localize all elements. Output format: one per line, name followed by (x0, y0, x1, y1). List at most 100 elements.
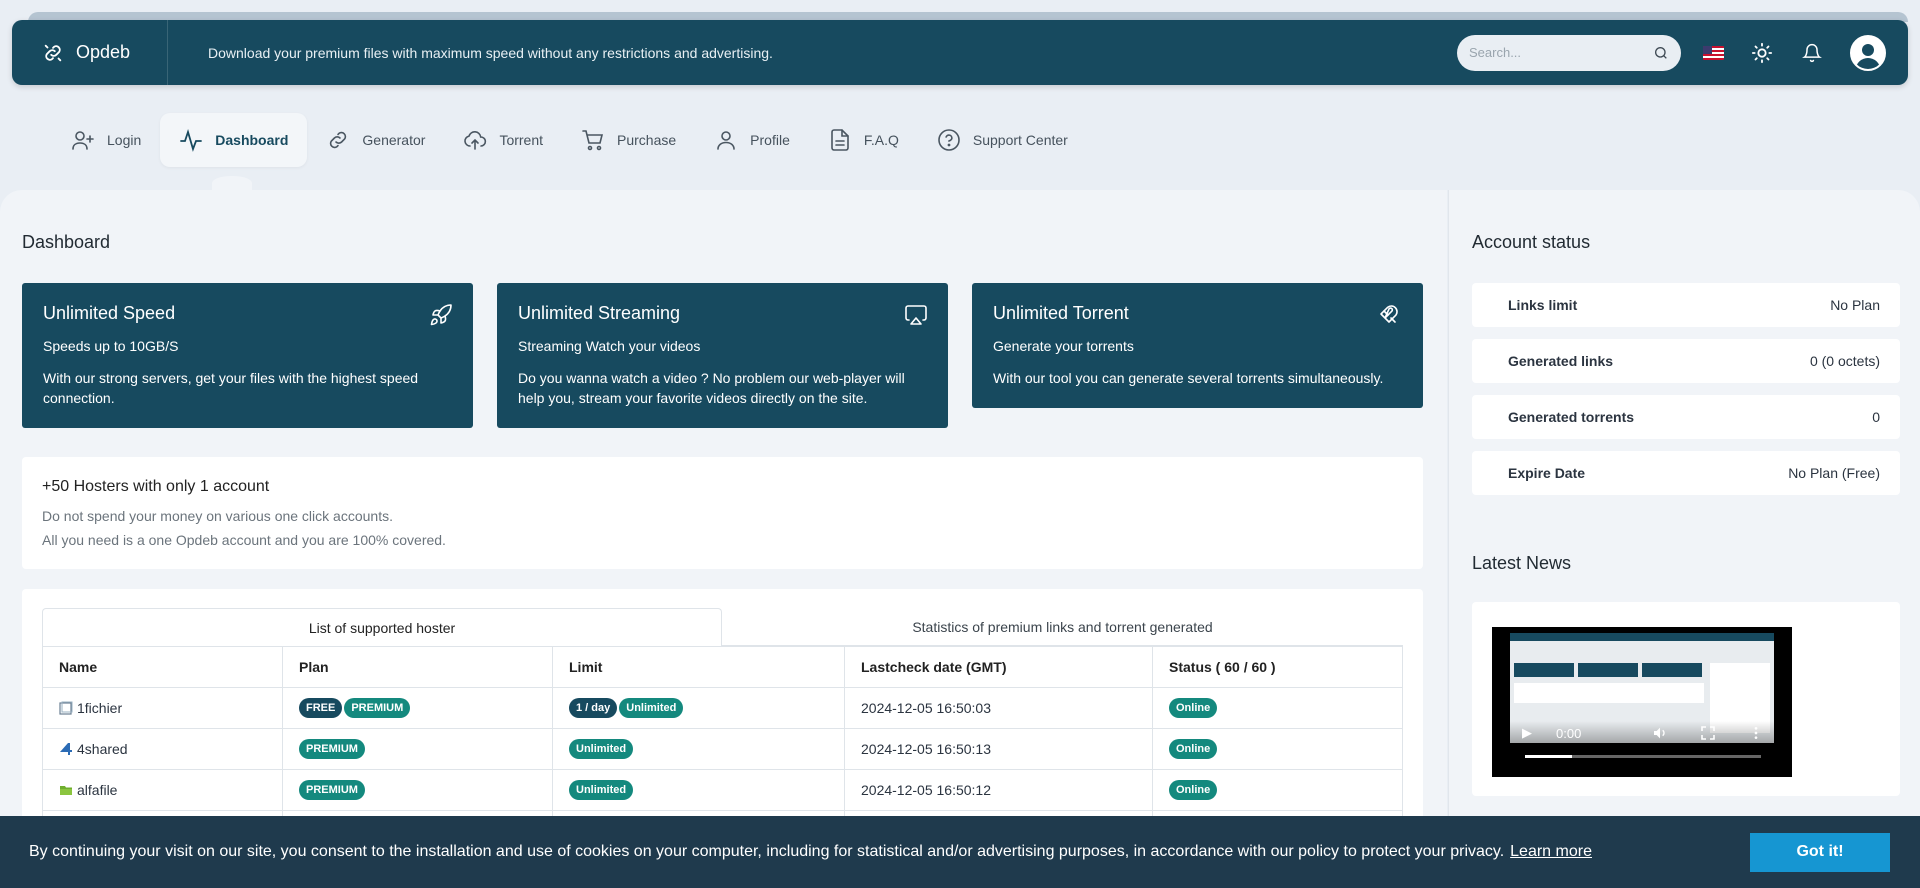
feature-subtitle: Speeds up to 10GB/S (43, 338, 179, 354)
nav-faq[interactable]: F.A.Q (809, 113, 918, 167)
limit-cell: 1 / day Unlimited (552, 687, 845, 729)
hoster-name: alfafile (77, 782, 118, 798)
feature-card-torrent: Unlimited Torrent Generate your torrents… (972, 283, 1423, 408)
nav-label: Dashboard (215, 132, 289, 148)
feature-card-streaming: Unlimited Streaming Streaming Watch your… (497, 283, 948, 428)
plan-cell: PREMIUM (282, 769, 553, 811)
account-item-label: Links limit (1508, 297, 1578, 313)
feature-title: Unlimited Speed (43, 303, 176, 323)
limit-badge: Unlimited (569, 739, 634, 759)
video-progress-bar[interactable] (1525, 755, 1761, 758)
learn-more-link[interactable]: Learn more (1510, 843, 1592, 860)
status-badge: Online (1169, 739, 1218, 759)
top-bar: Opdeb Download your premium files with m… (12, 20, 1908, 85)
hoster-name-cell: 4shared (42, 728, 283, 770)
lastcheck-cell: 2024-12-05 16:50:03 (844, 687, 1153, 729)
tab-statistics[interactable]: Statistics of premium links and torrent … (722, 608, 1403, 646)
link-icon (330, 131, 347, 149)
account-status-title: Account status (1472, 232, 1591, 252)
nav-profile[interactable]: Profile (695, 113, 809, 167)
status-badge: Online (1169, 698, 1218, 718)
more-vertical-icon[interactable] (1748, 725, 1764, 741)
news-card: ▶ 0:00 (1472, 602, 1900, 796)
sun-icon[interactable] (1750, 41, 1774, 65)
accept-cookies-button[interactable]: Got it! (1750, 832, 1890, 872)
brand[interactable]: Opdeb (12, 20, 168, 85)
column-header[interactable]: Plan (282, 646, 553, 688)
hosters-title: +50 Hosters with only 1 account (42, 478, 270, 495)
latest-news-title: Latest News (1472, 553, 1572, 573)
plan-badge: FREE (299, 698, 343, 718)
feature-description: With our strong servers, get your files … (43, 370, 419, 406)
user-plus-icon (72, 131, 94, 150)
nav-label: Login (107, 132, 142, 148)
account-item-value: 0 (0 octets) (1809, 353, 1880, 369)
cloud-upload-icon (464, 131, 487, 150)
nav-purchase[interactable]: Purchase (562, 113, 695, 167)
search-icon[interactable] (1653, 45, 1669, 61)
account-item-generated-torrents: Generated torrents 0 (1472, 395, 1900, 439)
limit-badge: Unlimited (619, 698, 684, 718)
cookie-banner: By continuing your visit on our site, yo… (0, 816, 1920, 888)
hoster-name: 4shared (77, 741, 128, 757)
hoster-name-cell: 1fichier (42, 687, 283, 729)
table-row: alfafile PREMIUM Unlimited 2024-12-05 16… (42, 769, 1403, 811)
table-row: 1fichier FREE PREMIUM 1 / day Unlimited 20… (42, 687, 1403, 729)
nav-support-center[interactable]: Support Center (918, 113, 1087, 167)
tab-supported-hoster[interactable]: List of supported hoster (42, 608, 722, 646)
search-input[interactable] (1469, 45, 1653, 60)
nav-label: Support Center (972, 132, 1068, 148)
airplay-icon (905, 305, 927, 325)
video-progress-fill (1525, 755, 1573, 758)
plan-badge: PREMIUM (344, 698, 411, 718)
news-video-player[interactable]: ▶ 0:00 (1492, 627, 1792, 777)
plan-badge: PREMIUM (299, 780, 365, 800)
nav-label: Purchase (617, 132, 677, 148)
alfafile-icon (60, 786, 72, 795)
account-item-links-limit: Links limit No Plan (1472, 283, 1900, 327)
search-box[interactable] (1457, 34, 1681, 71)
play-icon[interactable]: ▶ (1522, 725, 1532, 741)
cookie-message: By continuing your visit on our site, yo… (29, 843, 1505, 860)
column-header[interactable]: Name (42, 646, 283, 688)
account-item-value: 0 (1872, 409, 1880, 425)
bell-icon[interactable] (1800, 41, 1824, 65)
nav-label: Torrent (499, 132, 544, 148)
nav-label: F.A.Q (863, 132, 899, 148)
feature-title: Unlimited Torrent (993, 303, 1129, 323)
cookie-message-wrap: By continuing your visit on our site, yo… (29, 843, 1750, 861)
fullscreen-icon[interactable] (1700, 725, 1716, 741)
hoster-name: 1fichier (77, 700, 123, 716)
nav-dashboard[interactable]: Dashboard (160, 113, 308, 167)
account-item-label: Generated links (1508, 353, 1614, 369)
feature-subtitle: Generate your torrents (993, 338, 1134, 354)
table-header-row: Name Plan Limit Lastcheck date (GMT) Sta… (42, 646, 1403, 688)
4shared-icon (60, 743, 72, 755)
tagline: Download your premium files with maximum… (208, 44, 773, 61)
plan-cell: PREMIUM (282, 728, 553, 770)
feature-title: Unlimited Streaming (518, 303, 681, 323)
nav-login[interactable]: Login (52, 113, 160, 167)
limit-badge: Unlimited (569, 780, 634, 800)
us-flag-icon[interactable] (1703, 45, 1724, 60)
column-header[interactable]: Limit (552, 646, 845, 688)
video-controls (1492, 721, 1792, 777)
column-header[interactable]: Lastcheck date (GMT) (844, 646, 1153, 688)
nav-generator[interactable]: Generator (307, 113, 444, 167)
nav-torrent[interactable]: Torrent (444, 113, 562, 167)
activity-icon (180, 128, 203, 152)
status-badge: Online (1169, 780, 1218, 800)
account-item-label: Generated torrents (1508, 409, 1635, 425)
feature-description: With our tool you can generate several t… (993, 370, 1384, 386)
feature-card-speed: Unlimited Speed Speeds up to 10GB/S With… (22, 283, 473, 428)
avatar[interactable] (1850, 34, 1886, 71)
table-row: 4shared PREMIUM Unlimited 2024-12-05 16:… (42, 728, 1403, 770)
column-header[interactable]: Status ( 60 / 60 ) (1152, 646, 1403, 688)
volume-icon[interactable] (1652, 725, 1668, 741)
plan-badge: PREMIUM (299, 739, 365, 759)
tabs: List of supported hoster Statistics of p… (42, 608, 1403, 646)
file-icon (831, 129, 849, 151)
link-logo-icon (44, 44, 62, 61)
plan-cell: FREE PREMIUM (282, 687, 553, 729)
magnet-icon (1380, 305, 1398, 323)
